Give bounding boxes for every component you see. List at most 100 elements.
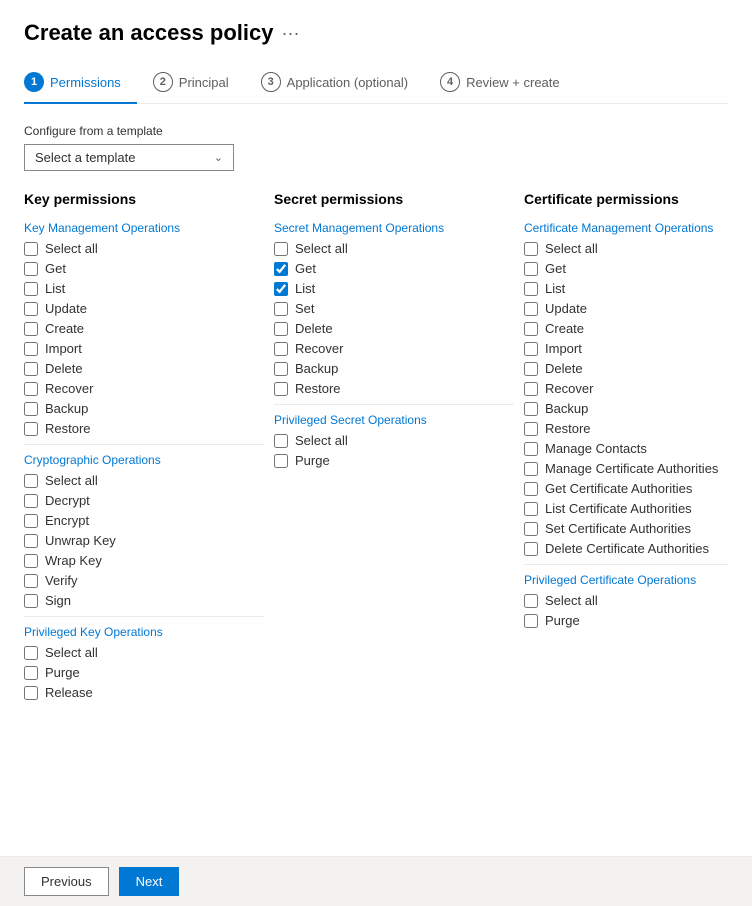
- key-permissions-column: Key permissions Key Management Operation…: [24, 191, 264, 705]
- cert-delete-ca: Delete Certificate Authorities: [524, 541, 728, 556]
- secret-recover-checkbox[interactable]: [274, 342, 288, 356]
- key-priv-select-all-label: Select all: [45, 645, 98, 660]
- key-sign-checkbox[interactable]: [24, 594, 38, 608]
- secret-restore-checkbox[interactable]: [274, 382, 288, 396]
- key-update-checkbox[interactable]: [24, 302, 38, 316]
- key-permissions-header: Key permissions: [24, 191, 264, 207]
- cert-delete-ca-label: Delete Certificate Authorities: [545, 541, 709, 556]
- cert-get: Get: [524, 261, 728, 276]
- cert-manage-contacts-checkbox[interactable]: [524, 442, 538, 456]
- key-verify: Verify: [24, 573, 264, 588]
- secret-select-all-checkbox[interactable]: [274, 242, 288, 256]
- secret-set-label: Set: [295, 301, 315, 316]
- secret-purge-checkbox[interactable]: [274, 454, 288, 468]
- cert-get-checkbox[interactable]: [524, 262, 538, 276]
- cert-delete-ca-checkbox[interactable]: [524, 542, 538, 556]
- cert-create: Create: [524, 321, 728, 336]
- more-icon[interactable]: ···: [281, 23, 299, 44]
- cert-backup-label: Backup: [545, 401, 588, 416]
- priv-key-ops-title: Privileged Key Operations: [24, 625, 264, 639]
- key-get-checkbox[interactable]: [24, 262, 38, 276]
- cert-get-ca: Get Certificate Authorities: [524, 481, 728, 496]
- key-list-checkbox[interactable]: [24, 282, 38, 296]
- previous-button[interactable]: Previous: [24, 867, 109, 896]
- cert-select-all-checkbox[interactable]: [524, 242, 538, 256]
- key-unwrap-label: Unwrap Key: [45, 533, 116, 548]
- tab-principal[interactable]: 2 Principal: [137, 64, 245, 104]
- cert-manage-ca: Manage Certificate Authorities: [524, 461, 728, 476]
- cert-set-ca-checkbox[interactable]: [524, 522, 538, 536]
- secret-list-checkbox[interactable]: [274, 282, 288, 296]
- secret-get-checkbox[interactable]: [274, 262, 288, 276]
- cert-priv-select-all-checkbox[interactable]: [524, 594, 538, 608]
- cert-restore-label: Restore: [545, 421, 591, 436]
- secret-set-checkbox[interactable]: [274, 302, 288, 316]
- key-import-checkbox[interactable]: [24, 342, 38, 356]
- cert-update-label: Update: [545, 301, 587, 316]
- key-purge: Purge: [24, 665, 264, 680]
- key-crypto-select-all-checkbox[interactable]: [24, 474, 38, 488]
- key-select-all-checkbox[interactable]: [24, 242, 38, 256]
- key-priv-select-all: Select all: [24, 645, 264, 660]
- cert-create-label: Create: [545, 321, 584, 336]
- next-button[interactable]: Next: [119, 867, 180, 896]
- key-priv-select-all-checkbox[interactable]: [24, 646, 38, 660]
- cert-get-ca-checkbox[interactable]: [524, 482, 538, 496]
- secret-purge: Purge: [274, 453, 514, 468]
- cert-list-ca-label: List Certificate Authorities: [545, 501, 692, 516]
- cert-set-ca-label: Set Certificate Authorities: [545, 521, 691, 536]
- secret-management-ops-title: Secret Management Operations: [274, 221, 514, 235]
- cert-restore-checkbox[interactable]: [524, 422, 538, 436]
- key-decrypt-label: Decrypt: [45, 493, 90, 508]
- key-recover-checkbox[interactable]: [24, 382, 38, 396]
- configure-label: Configure from a template: [24, 124, 728, 138]
- cert-purge-checkbox[interactable]: [524, 614, 538, 628]
- key-verify-checkbox[interactable]: [24, 574, 38, 588]
- key-recover: Recover: [24, 381, 264, 396]
- cert-backup: Backup: [524, 401, 728, 416]
- key-management-ops-title: Key Management Operations: [24, 221, 264, 235]
- secret-recover-label: Recover: [295, 341, 343, 356]
- cert-purge-label: Purge: [545, 613, 580, 628]
- key-backup-checkbox[interactable]: [24, 402, 38, 416]
- key-wrap-label: Wrap Key: [45, 553, 102, 568]
- cert-list-label: List: [545, 281, 565, 296]
- secret-restore: Restore: [274, 381, 514, 396]
- tab-application[interactable]: 3 Application (optional): [245, 64, 424, 104]
- cert-list-ca-checkbox[interactable]: [524, 502, 538, 516]
- secret-backup-checkbox[interactable]: [274, 362, 288, 376]
- key-delete-checkbox[interactable]: [24, 362, 38, 376]
- key-restore-checkbox[interactable]: [24, 422, 38, 436]
- key-update-label: Update: [45, 301, 87, 316]
- cert-recover-checkbox[interactable]: [524, 382, 538, 396]
- key-create-checkbox[interactable]: [24, 322, 38, 336]
- cert-management-ops-title: Certificate Management Operations: [524, 221, 728, 235]
- secret-get-label: Get: [295, 261, 316, 276]
- cert-backup-checkbox[interactable]: [524, 402, 538, 416]
- tab-review[interactable]: 4 Review + create: [424, 64, 576, 104]
- cert-update-checkbox[interactable]: [524, 302, 538, 316]
- tab-number-1: 1: [24, 72, 44, 92]
- cert-manage-ca-checkbox[interactable]: [524, 462, 538, 476]
- cert-delete-checkbox[interactable]: [524, 362, 538, 376]
- key-wrap-checkbox[interactable]: [24, 554, 38, 568]
- cert-import-checkbox[interactable]: [524, 342, 538, 356]
- cert-create-checkbox[interactable]: [524, 322, 538, 336]
- tab-permissions[interactable]: 1 Permissions: [24, 64, 137, 104]
- key-recover-label: Recover: [45, 381, 93, 396]
- secret-delete-checkbox[interactable]: [274, 322, 288, 336]
- secret-priv-select-all: Select all: [274, 433, 514, 448]
- key-create-label: Create: [45, 321, 84, 336]
- cert-restore: Restore: [524, 421, 728, 436]
- key-release-checkbox[interactable]: [24, 686, 38, 700]
- key-unwrap-checkbox[interactable]: [24, 534, 38, 548]
- key-get: Get: [24, 261, 264, 276]
- key-encrypt-checkbox[interactable]: [24, 514, 38, 528]
- key-purge-checkbox[interactable]: [24, 666, 38, 680]
- secret-priv-select-all-checkbox[interactable]: [274, 434, 288, 448]
- cert-update: Update: [524, 301, 728, 316]
- template-dropdown[interactable]: Select a template ⌄: [24, 144, 234, 171]
- cert-list-checkbox[interactable]: [524, 282, 538, 296]
- key-decrypt-checkbox[interactable]: [24, 494, 38, 508]
- key-backup: Backup: [24, 401, 264, 416]
